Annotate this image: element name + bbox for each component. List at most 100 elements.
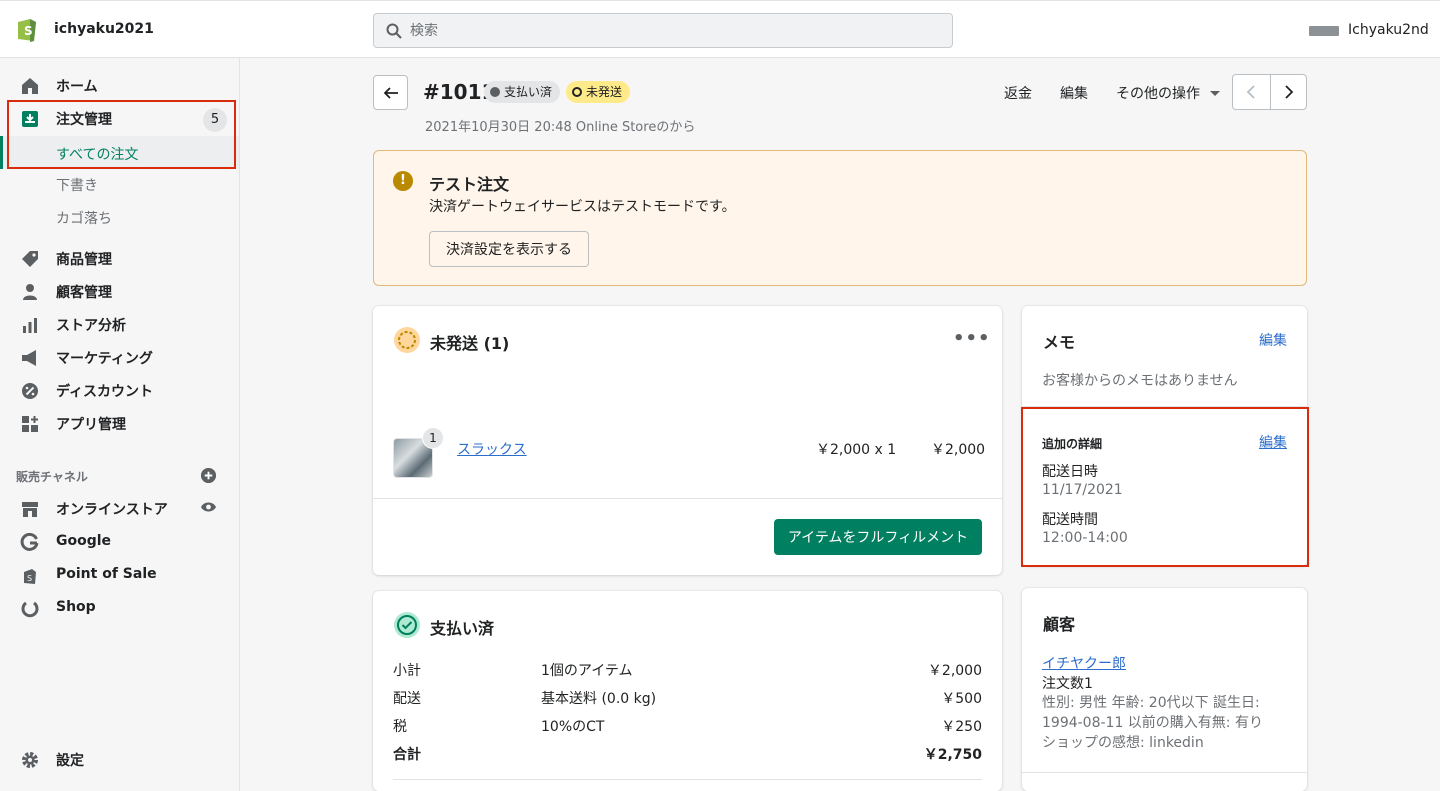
summary-desc: 基本送料 (0.0 kg) [541, 691, 657, 707]
eye-icon[interactable] [200, 501, 217, 513]
unfulfilled-title: 未発送 (1) [430, 334, 510, 353]
discount-icon [22, 383, 38, 399]
customer-card: 顧客 イチヤクー郎 注文数1 性別: 男性 年齢: 20代以下 誕生日: 199… [1022, 588, 1307, 791]
sidebar-item-label: 顧客管理 [56, 285, 112, 301]
paid-card: 支払い済 小計 1個のアイテム ￥2,000 配送 基本送料 (0.0 kg) … [373, 591, 1002, 791]
summary-amount: ￥500 [941, 691, 982, 707]
refund-button[interactable]: 返金 [1004, 83, 1032, 103]
summary-desc: 10%のCT [541, 719, 605, 735]
svg-text:S: S [24, 24, 33, 38]
test-order-banner: ! テスト注文 決済ゲートウェイサービスはテストモードです。 決済設定を表示する [373, 150, 1307, 286]
sidebar-channel-google[interactable]: Google [0, 527, 239, 557]
banner-title: テスト注文 [429, 175, 510, 194]
gear-icon [22, 752, 38, 768]
fulfill-items-button[interactable]: アイテムをフルフィルメント [774, 519, 982, 555]
previous-order-button[interactable] [1233, 75, 1270, 109]
sidebar-item-label: 商品管理 [56, 252, 112, 268]
pos-icon: S [24, 569, 36, 584]
more-actions-label: その他の操作 [1116, 86, 1200, 102]
more-actions-button[interactable]: その他の操作 [1116, 83, 1221, 103]
caret-down-icon [1210, 91, 1221, 96]
analytics-icon [23, 318, 37, 333]
summary-row-shipping: 配送 基本送料 (0.0 kg) ￥500 [393, 688, 982, 708]
status-badge-paid: 支払い済 [484, 81, 561, 103]
warning-icon: ! [393, 171, 413, 191]
sidebar-item-apps[interactable]: アプリ管理 [0, 408, 239, 438]
memo-empty-text: お客様からのメモはありません [1042, 373, 1238, 389]
store-name[interactable]: ichyaku2021 [54, 21, 154, 37]
add-circle-icon[interactable] [200, 467, 217, 484]
status-badge-unfulfilled: 未発送 [566, 81, 631, 103]
sidebar-item-label: マーケティング [56, 351, 153, 367]
shopify-logo-icon[interactable]: S [15, 15, 39, 43]
summary-label: 合計 [393, 747, 421, 763]
customer-title: 顧客 [1043, 615, 1076, 634]
sidebar-item-label: ホーム [56, 79, 98, 95]
summary-amount: ￥250 [941, 719, 982, 735]
card-divider [373, 498, 1002, 499]
memo-title: メモ [1043, 333, 1076, 352]
active-indicator [0, 136, 3, 169]
highlight-box-details [1021, 407, 1309, 567]
home-icon [22, 78, 38, 94]
summary-amount: ￥2,000 [927, 663, 982, 679]
search-bar[interactable] [373, 13, 953, 48]
sidebar-item-analytics[interactable]: ストア分析 [0, 309, 239, 339]
customer-name-link[interactable]: イチヤクー郎 [1042, 653, 1126, 673]
arrow-left-icon [383, 87, 398, 99]
customer-info: 性別: 男性 年齢: 20代以下 誕生日: 1994-08-11 以前の購入有無… [1042, 695, 1263, 751]
person-icon [23, 284, 37, 300]
summary-row-tax: 税 10%のCT ￥250 [393, 716, 982, 736]
view-payment-settings-button[interactable]: 決済設定を表示する [429, 231, 589, 267]
memo-edit-link[interactable]: 編集 [1259, 330, 1287, 350]
sidebar-subitem-label: カゴ落ち [56, 211, 112, 227]
sidebar-item-marketing[interactable]: マーケティング [0, 342, 239, 372]
sidebar-subitem-abandoned[interactable]: カゴ落ち [0, 202, 239, 232]
sidebar-item-settings[interactable]: 設定 [0, 744, 239, 774]
highlight-box-orders [7, 100, 236, 169]
search-icon [386, 23, 402, 39]
card-divider [1022, 772, 1307, 773]
sales-channels-title: 販売チャネル [16, 470, 88, 484]
sidebar-item-label: アプリ管理 [56, 417, 126, 433]
item-unit-price: ￥2,000 x 1 [816, 442, 897, 458]
sidebar-channel-pos[interactable]: S Point of Sale [0, 560, 239, 590]
sidebar-item-discounts[interactable]: ディスカウント [0, 375, 239, 405]
chevron-right-icon [1285, 85, 1294, 99]
quantity-badge: 1 [422, 427, 444, 449]
sidebar-item-label: ディスカウント [56, 384, 154, 400]
sidebar-channel-shop[interactable]: Shop [0, 593, 239, 623]
summary-desc: 1個のアイテム [541, 663, 633, 679]
svg-text:S: S [27, 574, 32, 583]
summary-row-subtotal: 小計 1個のアイテム ￥2,000 [393, 660, 982, 680]
summary-label: 税 [393, 719, 407, 735]
search-input[interactable] [410, 14, 940, 47]
next-order-button[interactable] [1271, 75, 1307, 109]
sidebar-item-label: ストア分析 [56, 318, 126, 334]
item-total-price: ￥2,000 [931, 442, 986, 458]
google-icon [20, 533, 39, 551]
back-button[interactable] [373, 75, 408, 110]
sidebar-item-products[interactable]: 商品管理 [0, 243, 239, 273]
product-link[interactable]: スラックス [457, 439, 527, 459]
user-name[interactable]: Ichyaku2nd [1348, 22, 1429, 38]
user-avatar[interactable] [1309, 26, 1339, 36]
banner-text: 決済ゲートウェイサービスはテストモードです。 [429, 199, 736, 215]
customer-order-count: 注文数1 [1042, 676, 1093, 692]
sidebar-item-customers[interactable]: 顧客管理 [0, 276, 239, 306]
more-horizontal-icon[interactable]: ••• [953, 328, 991, 349]
unfulfilled-card: 未発送 (1) ••• 1 スラックス ￥2,000 x 1 ￥2,000 アイ… [373, 306, 1002, 575]
sidebar-subitem-drafts[interactable]: 下書き [0, 169, 239, 199]
order-date: 2021年10月30日 20:48 Online Storeのから [425, 120, 696, 135]
paid-title: 支払い済 [430, 619, 495, 638]
apps-icon [22, 416, 38, 432]
card-divider [393, 779, 982, 780]
top-bar: S ichyaku2021 Ichyaku2nd [0, 0, 1440, 58]
summary-label: 小計 [393, 663, 421, 679]
megaphone-icon [22, 350, 36, 366]
summary-row-total: 合計 ￥2,750 [393, 744, 982, 764]
sidebar-subitem-label: 下書き [56, 178, 98, 194]
checkmark-circle-icon [394, 612, 420, 638]
sidebar-item-home[interactable]: ホーム [0, 70, 239, 100]
edit-button[interactable]: 編集 [1060, 83, 1088, 103]
